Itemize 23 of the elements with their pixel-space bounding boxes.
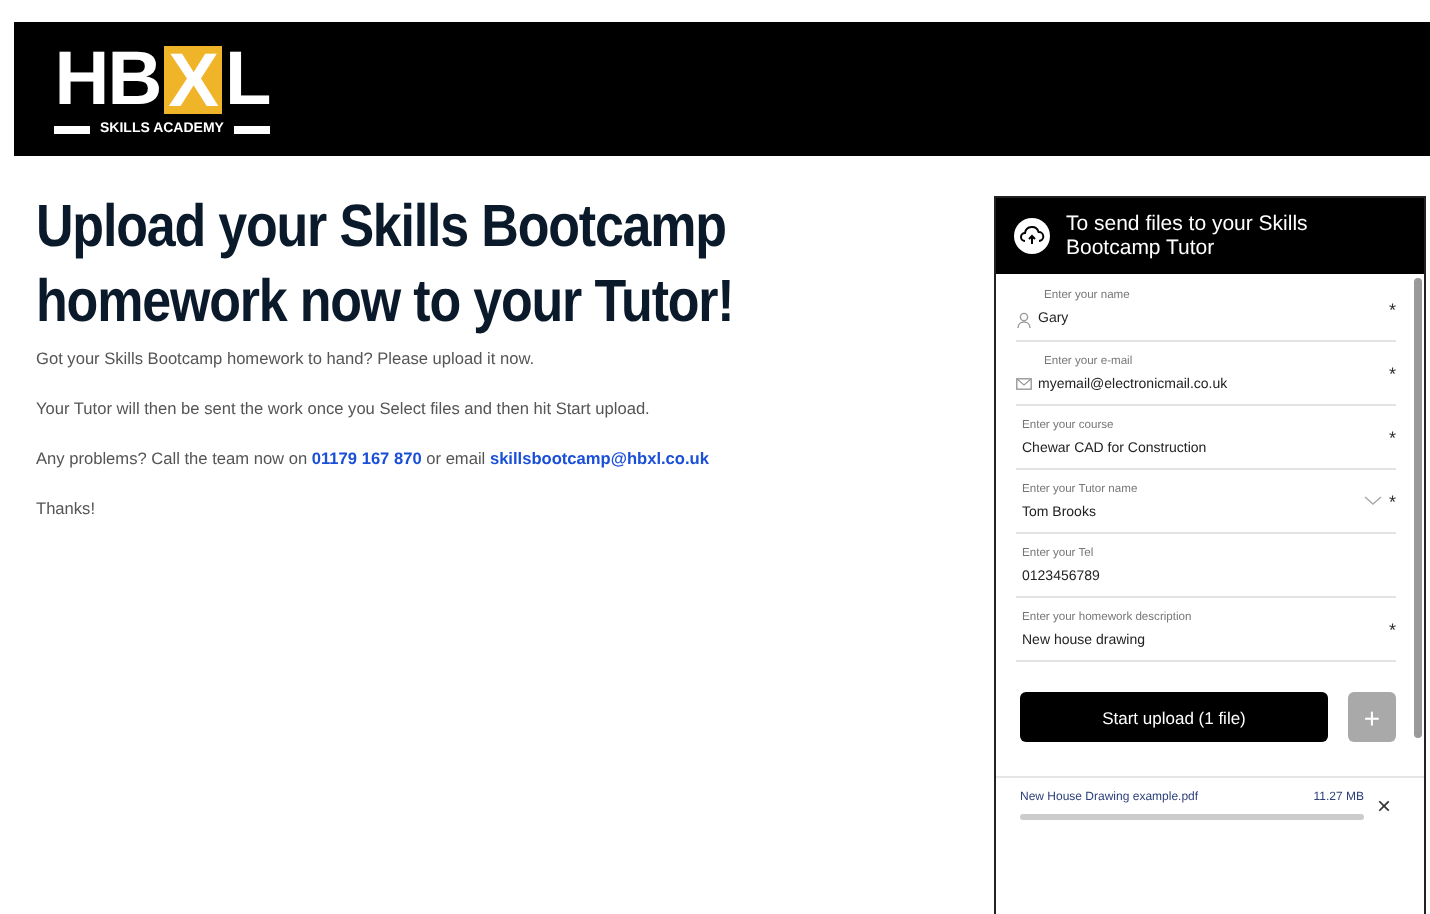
paragraph: Your Tutor will then be sent the work once you Select files and then hit Start upload. bbox=[36, 398, 652, 418]
remove-file-button[interactable]: × bbox=[1364, 792, 1404, 820]
contact-link[interactable]: skillsbootcamp@hbxl.co.uk bbox=[489, 448, 709, 468]
chevron-down-icon[interactable] bbox=[1364, 496, 1383, 506]
paragraph: Thanks! bbox=[36, 498, 98, 518]
required-mark: * bbox=[1388, 427, 1396, 447]
panel-title: To send files to your Skills Bootcamp Tutor bbox=[1066, 212, 1310, 260]
required-mark: * bbox=[1388, 619, 1396, 639]
logo-highlight-letter: X bbox=[164, 46, 221, 114]
mail-icon bbox=[1016, 378, 1032, 390]
paragraph: Any problems? Call the team now on 01179 167 870 or email skillsbootcamp@hbxl.co.uk bbox=[36, 448, 711, 468]
page-heading: Upload your Skills Bootcamp homework now to your Tutor! bbox=[36, 188, 736, 340]
contact-link[interactable]: 01179 167 870 bbox=[311, 448, 422, 468]
person-icon bbox=[1016, 311, 1032, 328]
required-mark: * bbox=[1388, 491, 1396, 511]
logo-letters: L bbox=[225, 40, 270, 120]
cloud-upload-icon bbox=[1014, 218, 1050, 254]
logo-letters: HB bbox=[54, 40, 161, 120]
start-upload-button[interactable]: Start upload (1 file) bbox=[1020, 692, 1328, 742]
required-mark: * bbox=[1388, 299, 1396, 319]
required-mark: * bbox=[1388, 363, 1396, 383]
paragraph: Got your Skills Bootcamp homework to hand? Please upload it now. bbox=[36, 348, 537, 368]
scrollbar[interactable] bbox=[1414, 278, 1422, 738]
